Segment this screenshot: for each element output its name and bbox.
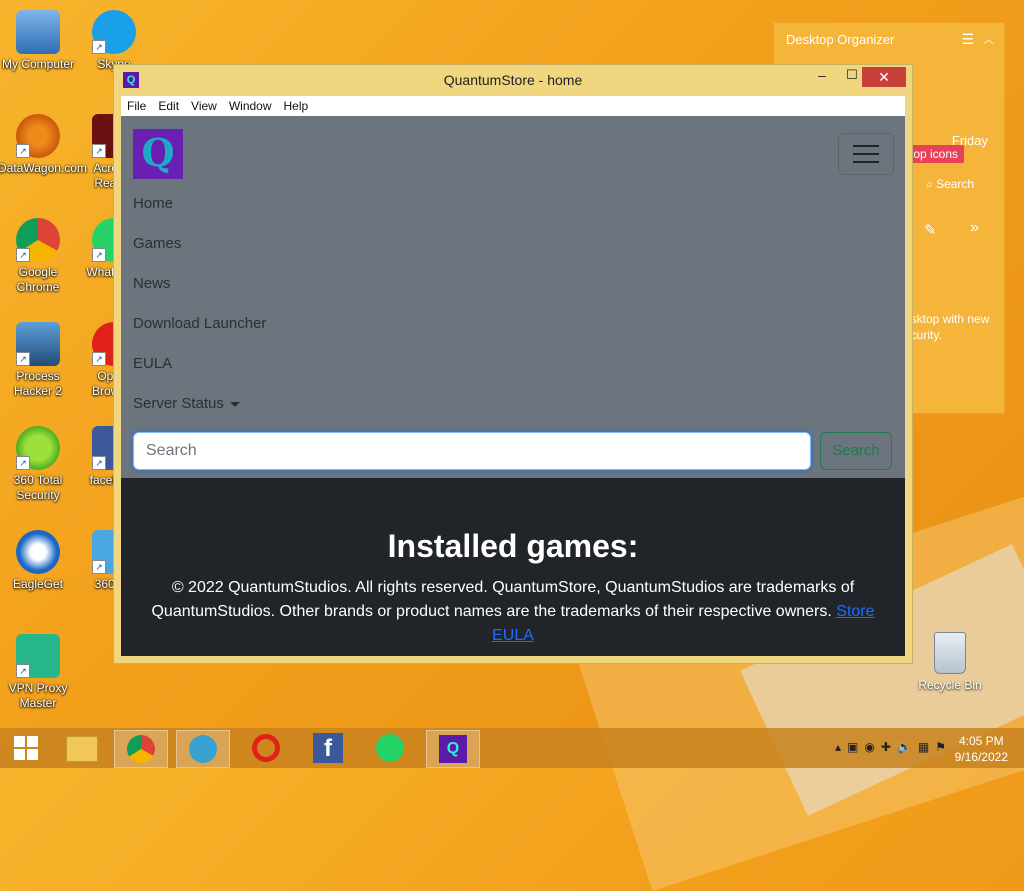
taskbar-chrome[interactable] [114, 730, 168, 768]
menu-edit[interactable]: Edit [152, 96, 185, 113]
facebook-icon: f [313, 733, 343, 763]
double-chevron-right-icon[interactable]: » [970, 219, 979, 237]
whatsapp-icon [376, 734, 404, 762]
clock-time: 4:05 PM [958, 734, 1004, 748]
process-hacker-icon: ↗ [16, 322, 60, 366]
desktop-icon-skype[interactable]: ↗ Skype [74, 10, 154, 72]
desktop-icon-label: 360 Total Security [13, 473, 63, 502]
taskbar-whatsapp[interactable] [364, 730, 416, 766]
installed-games-heading: Installed games: [387, 528, 639, 564]
tray-icon[interactable]: ▣ [847, 740, 864, 754]
start-button[interactable] [0, 730, 52, 766]
navbar: Q Home Games News Download Launcher EULA… [121, 116, 905, 478]
caret-down-icon [229, 401, 240, 407]
menu-help[interactable]: Help [278, 96, 315, 113]
app-window[interactable]: Q QuantumStore - home ‒ ☐ ✕ File Edit View… [113, 64, 913, 664]
desktop-icon-recycle-bin[interactable]: Recycle Bin [914, 632, 986, 692]
desktop-icon-label: Process Hacker 2 [13, 369, 63, 398]
system-tray[interactable]: ▴▣◉✚🔈▦⚑ [835, 740, 952, 754]
recycle-bin-icon [934, 632, 966, 674]
nav-games[interactable]: Games [133, 235, 181, 252]
volume-icon[interactable]: 🔈 [897, 740, 918, 754]
organizer-text: esktop with new ecurity. [904, 312, 990, 342]
organizer-badge[interactable]: top icons [904, 145, 965, 163]
hamburger-icon-line [853, 153, 879, 155]
window-title: QuantumStore - home [443, 72, 583, 88]
clock-date: 9/16/2022 [954, 750, 1008, 764]
taskbar-app[interactable] [176, 730, 230, 768]
close-button[interactable]: ✕ [862, 67, 906, 87]
search-input[interactable]: Search [133, 432, 811, 470]
nav-home[interactable]: Home [133, 195, 173, 212]
title-bar[interactable]: Q QuantumStore - home ‒ ☐ ✕ [114, 65, 912, 95]
network-icon[interactable]: ▦ [918, 740, 935, 754]
desktop-icon-datawagon[interactable]: ↗ DataWagon.com [0, 114, 87, 176]
organizer-title: Desktop Organizer [786, 32, 895, 47]
desktop-icon-process-hacker[interactable]: ↗ Process Hacker 2 [0, 322, 78, 399]
desktop-icon-label: VPN Proxy Master [8, 681, 68, 710]
nav-eula[interactable]: EULA [133, 355, 172, 372]
copyright-body: © 2022 QuantumStudios. All rights reserv… [151, 579, 855, 620]
menu-window[interactable]: Window [223, 96, 278, 113]
desktop-icon-360-security[interactable]: ↗ 360 Total Security [0, 426, 78, 503]
flag-icon[interactable]: ⚑ [935, 740, 952, 754]
taskbar-facebook[interactable]: f [302, 730, 354, 766]
footer: Installed games: © 2022 QuantumStudios. … [121, 478, 905, 656]
chrome-icon: ↗ [16, 218, 60, 262]
nav-download-launcher[interactable]: Download Launcher [133, 315, 266, 332]
edit-icon[interactable]: ✎ [924, 221, 937, 239]
quantumstore-icon: Q [439, 735, 467, 763]
desktop-icon-label: Recycle Bin [918, 678, 982, 692]
chevron-up-icon[interactable]: ▴ [835, 740, 847, 754]
hamburger-icon [853, 145, 879, 147]
desktop-icon-label: EagleGet [12, 577, 64, 591]
chrome-icon [127, 735, 155, 763]
menu-bar: File Edit View Window Help [121, 96, 905, 116]
taskbar-file-explorer[interactable] [56, 730, 108, 766]
skype-icon: ↗ [92, 10, 136, 54]
chevron-up-icon[interactable]: ︿ [983, 31, 994, 47]
desktop-icon-vpn-proxy[interactable]: ↗ VPN Proxy Master [0, 634, 78, 711]
search-button[interactable]: Search [820, 432, 892, 470]
menu-file[interactable]: File [121, 96, 152, 113]
taskbar: f Q ▴▣◉✚🔈▦⚑ 4:05 PM 9/16/2022 [0, 728, 1024, 768]
desktop-icon-eagleget[interactable]: EagleGet [0, 530, 78, 592]
vpn-key-icon: ↗ [16, 634, 60, 678]
datawagon-icon: ↗ [16, 114, 60, 158]
brand-logo[interactable]: Q [133, 129, 183, 179]
copyright-text: © 2022 QuantumStudios. All rights reserv… [131, 576, 895, 648]
taskbar-clock[interactable]: 4:05 PM 9/16/2022 [955, 733, 1008, 765]
desktop-icon-label: DataWagon.com [0, 161, 87, 175]
nav-server-status-label: Server Status [133, 395, 224, 412]
menu-view[interactable]: View [185, 96, 223, 113]
desktop-icon-my-computer[interactable]: My Computer [0, 10, 78, 72]
folder-icon [66, 736, 98, 762]
minimize-button[interactable]: ‒ [809, 67, 835, 89]
organizer-search[interactable]: ⌕ Search [926, 177, 974, 192]
nav-news[interactable]: News [133, 275, 171, 292]
desktop-icon-label: Google Chrome [16, 265, 60, 294]
navbar-toggler[interactable] [838, 133, 894, 175]
eagleget-icon [16, 530, 60, 574]
computer-icon [16, 10, 60, 54]
search-icon: ⌕ [926, 177, 937, 191]
taskbar-opera[interactable] [240, 730, 292, 766]
windows-icon [14, 736, 38, 760]
desktop-icon-chrome[interactable]: ↗ Google Chrome [0, 218, 78, 295]
desktop-icon-label: My Computer [1, 57, 75, 71]
organizer-search-label: Search [936, 177, 975, 191]
tray-icon[interactable]: ◉ [864, 740, 880, 754]
tray-icon[interactable]: ✚ [881, 740, 897, 754]
opera-icon [252, 734, 280, 762]
hamburger-icon[interactable]: ☰ [961, 31, 974, 48]
taskbar-quantumstore[interactable]: Q [426, 730, 480, 768]
360-security-icon: ↗ [16, 426, 60, 470]
hamburger-icon-line [853, 161, 879, 163]
nav-server-status[interactable]: Server Status [133, 395, 240, 412]
app-icon [189, 735, 217, 763]
